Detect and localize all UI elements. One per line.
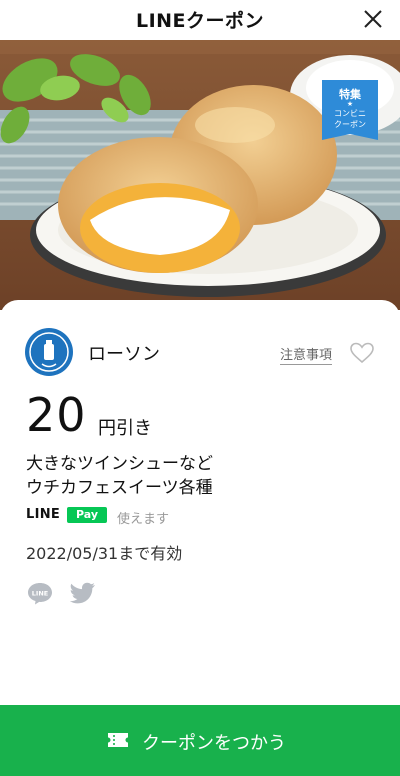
store-logo xyxy=(25,328,73,376)
store-name: ローソン xyxy=(88,344,160,365)
discount-unit: 円引き xyxy=(98,418,152,439)
heart-outline-icon[interactable] xyxy=(349,341,375,365)
use-coupon-label: クーポンをつかう xyxy=(142,733,286,754)
validity-date: 2022/05/31まで有効 xyxy=(26,544,183,563)
coupon-description: 大きなツインシューなど ウチカフェスイーツ各種 xyxy=(26,452,213,500)
line-pay-brand: LINE xyxy=(26,507,61,522)
badge-subtitle: コンビニ クーポン xyxy=(334,109,366,129)
payment-note: 使えます xyxy=(117,512,170,527)
description-line-2: ウチカフェスイーツ各種 xyxy=(26,478,213,498)
twitter-icon[interactable] xyxy=(70,582,96,604)
header-title: LINEクーポン xyxy=(135,10,265,32)
close-icon[interactable] xyxy=(360,6,386,32)
badge-star-icon: ★ xyxy=(346,100,354,108)
feature-badge: 特集 ★ コンビニ クーポン xyxy=(322,80,378,140)
ticket-icon xyxy=(108,733,128,747)
coupon-card: ローソン 注意事項 20 円引き 大きなツインシューなど ウチカフェスイーツ各種… xyxy=(0,300,400,710)
hero-image: 特集 ★ コンビニ クーポン xyxy=(0,40,400,310)
use-coupon-button[interactable]: クーポンをつかう xyxy=(0,705,400,776)
notes-link[interactable]: 注意事項 xyxy=(280,344,333,365)
line-pay-badge: Pay xyxy=(67,507,107,523)
description-line-1: 大きなツインシューなど xyxy=(26,454,213,474)
discount-amount: 20 xyxy=(26,388,87,442)
line-share-icon[interactable]: LINE xyxy=(26,580,54,606)
header: LINEクーポン xyxy=(0,0,400,40)
line-share-label: LINE xyxy=(32,590,48,598)
